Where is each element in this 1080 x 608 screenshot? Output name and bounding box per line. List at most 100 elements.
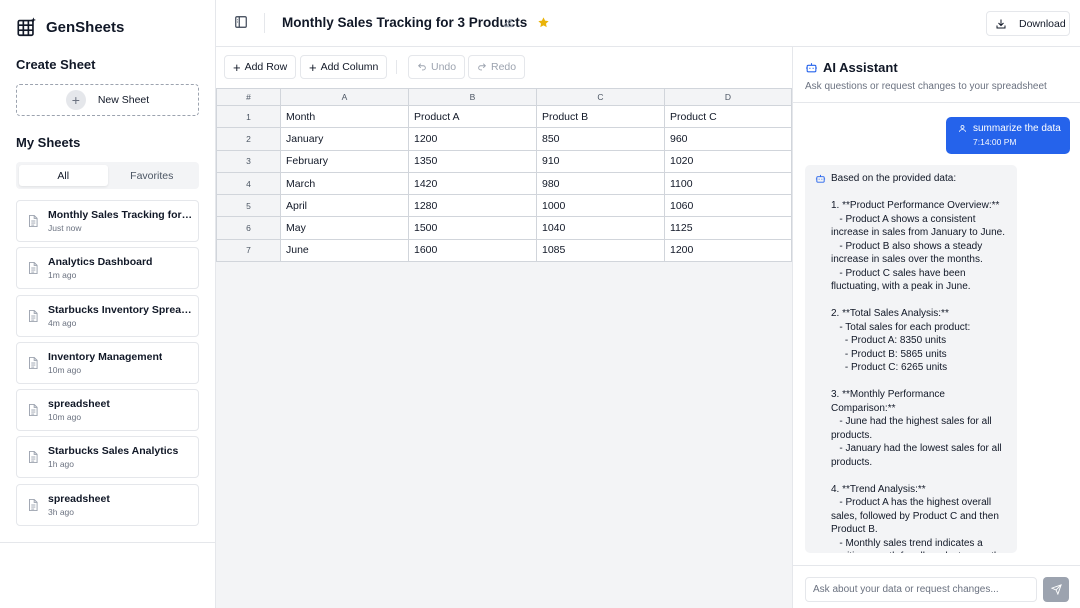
spreadsheet-area: # A B C D 1 Month Product A Product B Pr… bbox=[216, 88, 792, 608]
cell[interactable]: 1060 bbox=[664, 194, 792, 218]
bot-icon bbox=[815, 174, 826, 183]
row-number[interactable]: 4 bbox=[216, 171, 281, 196]
sheet-item[interactable]: spreadsheet 3h ago bbox=[16, 483, 199, 526]
chat-input[interactable] bbox=[805, 577, 1037, 602]
assistant-message-text: Based on the provided data: 1. **Product… bbox=[831, 173, 1005, 553]
document-title: Monthly Sales Tracking for 3 Products bbox=[282, 15, 528, 30]
sheet-time: Just now bbox=[48, 223, 82, 233]
download-icon bbox=[996, 19, 1006, 28]
cell[interactable]: 1125 bbox=[664, 216, 792, 240]
column-header[interactable]: A bbox=[280, 88, 409, 106]
cell[interactable]: 1420 bbox=[408, 171, 537, 196]
redo-label: Redo bbox=[491, 61, 517, 73]
redo-button[interactable]: Redo bbox=[468, 55, 526, 79]
cell[interactable]: 1040 bbox=[536, 216, 665, 240]
tab-all[interactable]: All bbox=[19, 165, 108, 186]
tab-favorites[interactable]: Favorites bbox=[108, 165, 197, 186]
ai-assistant-panel: AI Assistant Ask questions or request ch… bbox=[792, 47, 1080, 608]
column-header[interactable]: C bbox=[536, 88, 665, 106]
table-sparkle-icon bbox=[17, 17, 36, 37]
edit-title-icon[interactable] bbox=[503, 17, 514, 28]
cell[interactable]: 1085 bbox=[536, 238, 665, 263]
sheet-name: Starbucks Sales Analytics bbox=[48, 445, 179, 458]
app-name: GenSheets bbox=[46, 18, 125, 36]
cell[interactable]: 1200 bbox=[664, 238, 792, 263]
sheet-item[interactable]: Starbucks Inventory Spreadsheet4m ago bbox=[16, 294, 199, 337]
sheet-item[interactable]: spreadsheet 10m ago bbox=[16, 389, 199, 432]
sheet-time: 3h ago bbox=[48, 506, 74, 517]
cell[interactable]: January bbox=[280, 127, 409, 151]
message-time: 7:14:00 PM bbox=[973, 137, 1017, 147]
table-row: 7 June 1600 1085 1200 bbox=[216, 238, 792, 263]
column-header[interactable]: B bbox=[408, 88, 537, 106]
cell[interactable]: Product C bbox=[664, 104, 792, 129]
plus-icon: + bbox=[309, 59, 317, 75]
add-column-label: Add Column bbox=[320, 61, 379, 73]
sheet-item[interactable]: Monthly Sales Tracking for 3 Products Jus… bbox=[16, 200, 199, 242]
sidebar: GenSheets Create Sheet + New Sheet My Sh… bbox=[0, 0, 216, 608]
cell[interactable]: 1350 bbox=[408, 149, 537, 173]
cell[interactable]: Month bbox=[280, 104, 409, 129]
chat-composer bbox=[793, 565, 1080, 608]
cell[interactable]: Product B bbox=[536, 104, 665, 129]
sheet-name: Inventory Management bbox=[48, 350, 163, 363]
file-icon bbox=[29, 451, 38, 464]
sheet-item[interactable]: Starbucks Sales Analytics 1h ago bbox=[16, 436, 199, 479]
cell[interactable]: June bbox=[280, 238, 409, 263]
brand[interactable]: GenSheets bbox=[16, 16, 124, 38]
row-number[interactable]: 5 bbox=[216, 194, 281, 218]
row-number[interactable]: 1 bbox=[216, 104, 281, 129]
column-header[interactable]: D bbox=[664, 88, 792, 106]
toolbar-divider bbox=[396, 60, 397, 74]
file-icon bbox=[29, 356, 38, 369]
sheet-name: Analytics Dashboard bbox=[48, 256, 153, 269]
cell[interactable]: May bbox=[280, 216, 409, 240]
cell[interactable]: 1500 bbox=[408, 216, 537, 240]
sheet-time: 10m ago bbox=[48, 364, 82, 375]
new-sheet-label: New Sheet bbox=[97, 94, 150, 106]
sheet-item[interactable]: Inventory Management 10m ago bbox=[16, 341, 199, 384]
cell[interactable]: 910 bbox=[536, 149, 665, 173]
plus-icon: + bbox=[233, 59, 241, 75]
bot-icon bbox=[806, 63, 817, 73]
cell[interactable]: 1600 bbox=[408, 238, 537, 263]
cell[interactable]: 1000 bbox=[536, 194, 665, 218]
cell[interactable]: 1200 bbox=[408, 127, 537, 151]
table-row: 5 April 1280 1000 1060 bbox=[216, 194, 792, 218]
row-number[interactable]: 7 bbox=[216, 238, 281, 263]
favorite-star-icon[interactable] bbox=[537, 16, 550, 29]
add-column-button[interactable]: + Add Column bbox=[300, 55, 388, 79]
cell[interactable]: 1100 bbox=[664, 171, 792, 196]
cell[interactable]: 850 bbox=[536, 127, 665, 151]
sheet-time: 1h ago bbox=[48, 459, 74, 470]
table-row: 1 Month Product A Product B Product C bbox=[216, 104, 792, 129]
undo-button[interactable]: Undo bbox=[408, 55, 466, 79]
download-button[interactable]: Download bbox=[986, 11, 1070, 36]
sheet-item[interactable]: Analytics Dashboard 1m ago bbox=[16, 247, 199, 290]
cell[interactable]: 1020 bbox=[664, 149, 792, 173]
sheet-filter-tabs: All Favorites bbox=[16, 162, 199, 189]
send-button[interactable] bbox=[1043, 577, 1069, 602]
cell[interactable]: 980 bbox=[536, 171, 665, 196]
spreadsheet-grid: # A B C D 1 Month Product A Product B Pr… bbox=[216, 88, 792, 263]
new-sheet-button[interactable]: + New Sheet bbox=[16, 84, 199, 116]
redo-icon bbox=[478, 63, 486, 71]
cell[interactable]: March bbox=[280, 171, 409, 196]
sidebar-divider bbox=[0, 542, 216, 543]
table-row: 6 May 1500 1040 1125 bbox=[216, 216, 792, 240]
row-number[interactable]: 6 bbox=[216, 216, 281, 240]
row-number[interactable]: 3 bbox=[216, 149, 281, 173]
assistant-message: Based on the provided data: 1. **Product… bbox=[805, 165, 1017, 553]
cell[interactable]: Product A bbox=[408, 104, 537, 129]
cell[interactable]: April bbox=[280, 194, 409, 218]
cell[interactable]: 960 bbox=[664, 127, 792, 151]
cell[interactable]: 1280 bbox=[408, 194, 537, 218]
row-number[interactable]: 2 bbox=[216, 127, 281, 151]
file-icon bbox=[29, 262, 38, 275]
cell[interactable]: February bbox=[280, 149, 409, 173]
corner-header[interactable]: # bbox=[216, 88, 281, 106]
add-row-button[interactable]: + Add Row bbox=[224, 55, 297, 79]
file-icon bbox=[29, 214, 38, 228]
sidebar-toggle-icon[interactable] bbox=[234, 15, 248, 29]
divider bbox=[264, 13, 265, 33]
